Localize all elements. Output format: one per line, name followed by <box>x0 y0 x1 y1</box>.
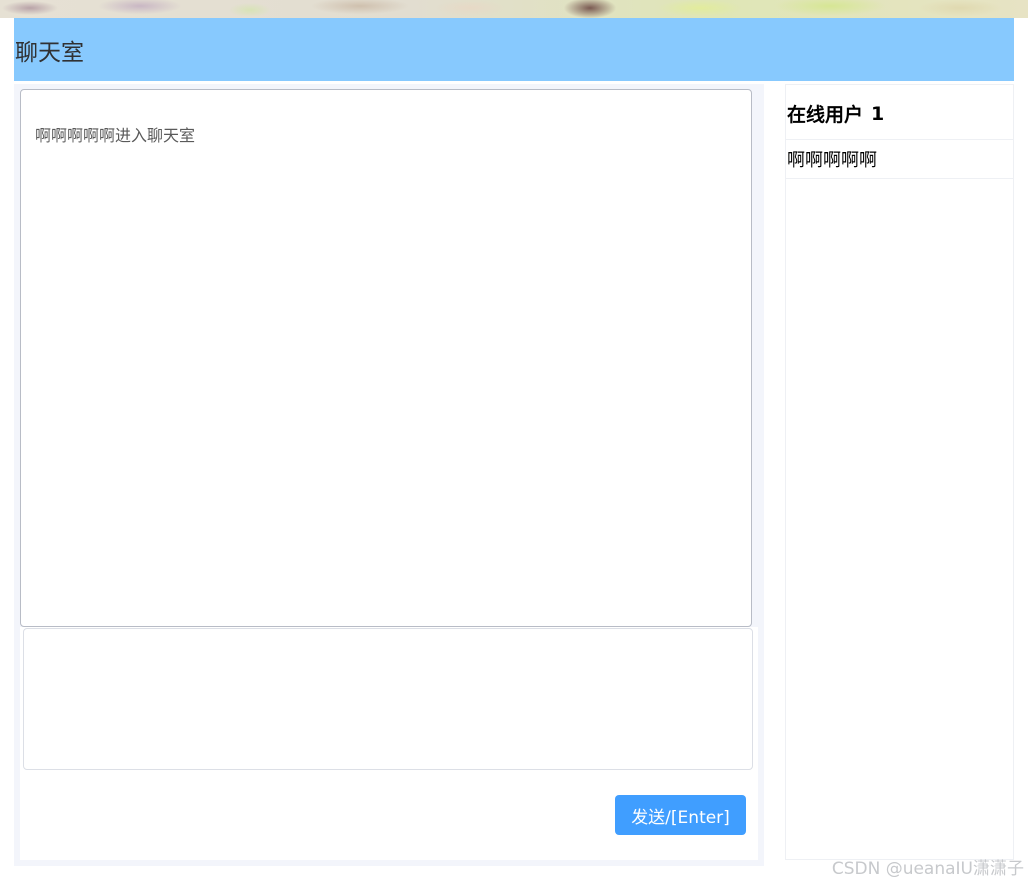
app-header: 聊天室 <box>14 18 1014 81</box>
online-users-panel: 在线用户 1 啊啊啊啊啊 <box>785 84 1014 860</box>
message-box[interactable]: 啊啊啊啊啊进入聊天室 <box>20 89 752 627</box>
online-users-count: 1 <box>871 102 885 125</box>
message-item: 啊啊啊啊啊进入聊天室 <box>35 126 196 145</box>
online-users-header: 在线用户 1 <box>786 85 1013 140</box>
send-button[interactable]: 发送/[Enter] <box>615 795 746 835</box>
message-input[interactable] <box>23 628 753 770</box>
chat-page: 聊天室 啊啊啊啊啊进入聊天室 发送/[Enter] 在线用户 1 啊啊啊啊啊 C… <box>0 0 1028 884</box>
background-photo <box>0 0 1028 18</box>
online-users-title: 在线用户 <box>787 104 864 126</box>
page-title: 聊天室 <box>15 39 84 66</box>
user-name: 啊啊啊啊啊 <box>787 150 877 171</box>
watermark: CSDN @ueanaIU潇潇子 <box>831 859 1024 879</box>
user-list-item[interactable]: 啊啊啊啊啊 <box>786 140 1013 179</box>
message-list: 啊啊啊啊啊进入聊天室 <box>35 124 741 148</box>
user-list: 啊啊啊啊啊 <box>786 140 1013 179</box>
